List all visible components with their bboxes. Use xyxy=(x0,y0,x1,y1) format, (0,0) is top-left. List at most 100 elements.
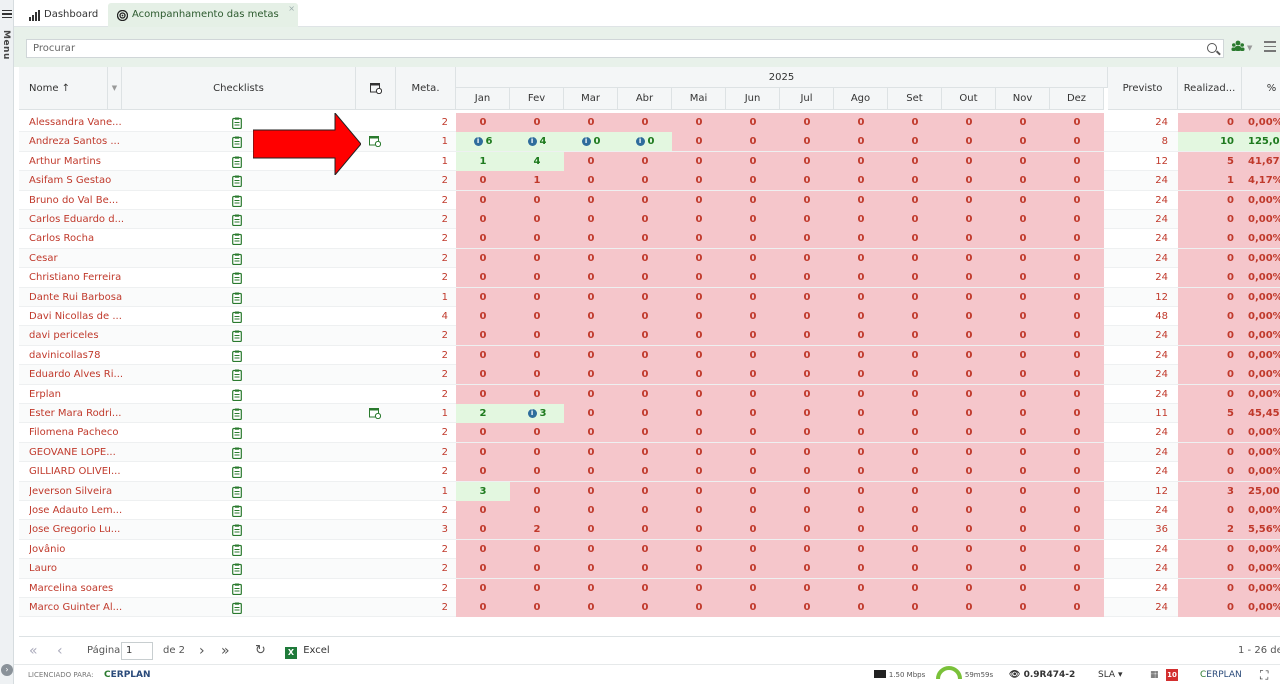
month-cell[interactable]: 0 xyxy=(618,501,672,520)
month-cell[interactable]: 0 xyxy=(1050,559,1104,579)
month-cell[interactable]: 0 xyxy=(672,268,726,288)
month-cell[interactable]: 0 xyxy=(618,578,672,598)
list-menu-icon[interactable] xyxy=(1264,41,1276,53)
month-cell[interactable]: 0 xyxy=(456,423,510,443)
clipboard-icon[interactable] xyxy=(232,524,244,537)
month-cell[interactable]: 0 xyxy=(780,151,834,171)
row-name[interactable]: Asifam S Gestao xyxy=(29,171,129,190)
month-cell[interactable]: 0 xyxy=(672,365,726,385)
month-cell[interactable]: 0 xyxy=(780,559,834,579)
month-cell[interactable]: 0 xyxy=(942,462,996,482)
clipboard-icon[interactable] xyxy=(232,175,244,188)
month-cell[interactable]: 0 xyxy=(780,384,834,404)
menu-label[interactable]: Menu xyxy=(1,30,11,60)
month-cell[interactable]: 0 xyxy=(510,481,564,501)
month-cell[interactable]: 0 xyxy=(996,442,1050,462)
table-row[interactable]: Andreza Santos ... 1 i 6 i 4 i 0 i 0 0 0 0 0 0 0 0 0 8 10 12… xyxy=(19,132,1280,152)
month-cell[interactable]: 0 xyxy=(834,365,888,385)
month-cell[interactable]: 0 xyxy=(942,559,996,579)
table-row[interactable]: Jeverson Silveira130000000000012325,00% xyxy=(19,481,1280,501)
month-cell[interactable]: 0 xyxy=(564,520,618,540)
row-name[interactable]: Marco Guinter Al... xyxy=(29,598,129,617)
month-cell[interactable]: 0 xyxy=(672,598,726,617)
month-cell[interactable]: 2 xyxy=(456,404,510,423)
month-cell[interactable]: 0 xyxy=(1050,384,1104,404)
month-cell[interactable]: 0 xyxy=(888,248,942,268)
month-cell[interactable]: 0 xyxy=(1050,171,1104,191)
tab-acompanhamento[interactable]: Acompanhamento das metas × xyxy=(108,3,298,27)
table-row[interactable]: Jose Adauto Lem... 2 0 0 0 0 0 0 0 0 0 0 0 0 24 0 0,00% xyxy=(19,501,1280,521)
month-cell[interactable]: 0 xyxy=(888,229,942,249)
month-cell[interactable]: 0 xyxy=(942,404,996,423)
column-header-month-jan[interactable]: Jan xyxy=(456,88,510,110)
month-cell[interactable]: 0 xyxy=(888,559,942,579)
month-cell[interactable]: 0 xyxy=(1050,132,1104,152)
info-icon[interactable]: i xyxy=(635,137,645,147)
month-cell[interactable]: 0 xyxy=(726,559,780,579)
month-cell[interactable]: 0 xyxy=(510,248,564,268)
month-cell[interactable]: 0 xyxy=(564,578,618,598)
month-cell[interactable]: 0 xyxy=(726,248,780,268)
month-cell[interactable]: 0 xyxy=(672,404,726,423)
column-header-month-fev[interactable]: Fev xyxy=(510,88,564,110)
month-cell[interactable]: 0 xyxy=(672,113,726,132)
month-cell[interactable]: 3 xyxy=(456,481,510,501)
month-cell[interactable]: 0 xyxy=(726,481,780,501)
month-cell[interactable]: 0 xyxy=(456,210,510,229)
table-row[interactable]: Ester Mara Rodri... 1 2 i 3 0 0 0 0 0 0 0 0 0 0 11 5 45,4… xyxy=(19,404,1280,424)
column-header-month-set[interactable]: Set xyxy=(888,88,942,110)
month-cell[interactable]: 0 xyxy=(942,287,996,307)
table-row[interactable]: Jovânio 2 0 0 0 0 0 0 0 0 0 0 0 0 24 0 0,00% xyxy=(19,539,1280,560)
month-cell[interactable]: 0 xyxy=(456,384,510,404)
month-cell[interactable]: 0 xyxy=(564,539,618,559)
month-cell[interactable]: 0 xyxy=(726,404,780,423)
next-page-icon[interactable]: › xyxy=(199,643,205,659)
month-cell[interactable]: 0 xyxy=(996,462,1050,482)
month-cell[interactable]: 0 xyxy=(888,326,942,346)
row-name[interactable]: Christiano Ferreira xyxy=(29,268,129,287)
month-cell[interactable]: 0 xyxy=(996,404,1050,423)
row-name[interactable]: Davi Nicollas de ... xyxy=(29,307,129,326)
month-cell[interactable]: 0 xyxy=(888,481,942,501)
month-cell[interactable]: 0 xyxy=(726,578,780,598)
month-cell[interactable]: 0 xyxy=(726,151,780,171)
month-cell[interactable]: 0 xyxy=(996,345,1050,365)
month-cell[interactable]: 0 xyxy=(996,326,1050,346)
month-cell[interactable]: 0 xyxy=(726,171,780,191)
month-cell[interactable]: 0 xyxy=(618,423,672,443)
month-cell[interactable]: 0 xyxy=(672,326,726,346)
month-cell[interactable]: 0 xyxy=(834,539,888,559)
month-cell[interactable]: 0 xyxy=(780,171,834,191)
month-cell[interactable]: 0 xyxy=(618,462,672,482)
month-cell[interactable]: 0 xyxy=(888,442,942,462)
month-cell[interactable]: 0 xyxy=(834,481,888,501)
month-cell[interactable]: 0 xyxy=(888,598,942,617)
column-header-previsto[interactable]: Previsto xyxy=(1108,67,1178,110)
month-cell[interactable]: 0 xyxy=(726,462,780,482)
month-cell[interactable]: 0 xyxy=(726,326,780,346)
month-cell[interactable]: 0 xyxy=(456,442,510,462)
table-row[interactable]: Filomena Pacheco 2 0 0 0 0 0 0 0 0 0 0 0 0 24 0 0,00% xyxy=(19,423,1280,443)
clipboard-icon[interactable] xyxy=(232,447,244,459)
month-cell[interactable]: 0 xyxy=(564,326,618,346)
month-cell[interactable]: 0 xyxy=(618,171,672,191)
month-cell[interactable]: 0 xyxy=(618,598,672,617)
month-cell[interactable]: 0 xyxy=(780,598,834,617)
month-cell[interactable]: 0 xyxy=(672,462,726,482)
month-cell[interactable]: 0 xyxy=(726,501,780,520)
month-cell[interactable]: 0 xyxy=(942,423,996,443)
clipboard-icon[interactable] xyxy=(232,233,244,246)
month-cell[interactable]: 0 xyxy=(510,462,564,482)
month-cell[interactable]: 0 xyxy=(942,229,996,249)
month-cell[interactable]: 0 xyxy=(726,365,780,385)
table-row[interactable]: Jose Gregorio Lu... 3 0 2 0 0 0 0 0 0 0 0 0 0 36 2 5,56% xyxy=(19,520,1280,540)
column-header-checklists[interactable]: Checklists xyxy=(122,67,356,110)
clipboard-icon[interactable] xyxy=(232,602,244,615)
month-cell[interactable]: 0 xyxy=(942,442,996,462)
month-cell[interactable]: 0 xyxy=(888,501,942,520)
clipboard-icon[interactable] xyxy=(232,389,244,401)
month-cell[interactable]: 1 xyxy=(456,151,510,171)
table-row[interactable]: Christiano Ferreira 2 0 0 0 0 0 0 0 0 0 0 0 0 24 0 0,00% xyxy=(19,268,1280,288)
month-cell[interactable]: 0 xyxy=(456,326,510,346)
month-cell[interactable]: 0 xyxy=(780,326,834,346)
